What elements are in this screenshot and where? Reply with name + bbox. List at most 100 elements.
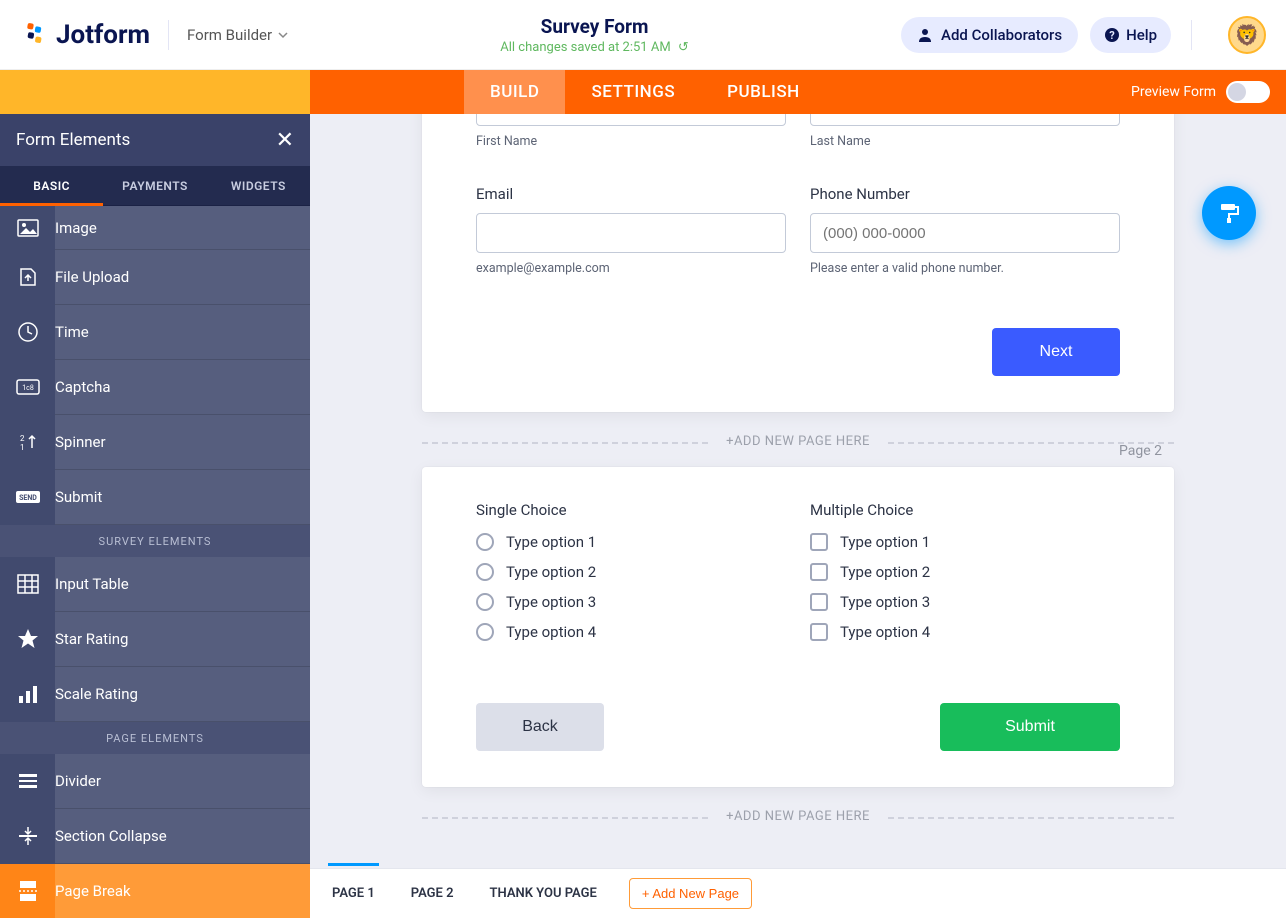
tab-settings[interactable]: SETTINGS	[565, 70, 701, 114]
page-tab-thankyou[interactable]: THANK YOU PAGE	[486, 880, 601, 907]
form-page-1[interactable]: First Name Last Name Email example@examp…	[422, 114, 1174, 412]
tab-publish[interactable]: PUBLISH	[701, 70, 826, 114]
send-icon: SEND	[0, 470, 55, 525]
multiple-choice-field[interactable]: Multiple Choice Type option 1 Type optio…	[810, 501, 1120, 653]
add-page-separator-1[interactable]: +ADD NEW PAGE HERE	[422, 434, 1174, 449]
page-tab-2[interactable]: PAGE 2	[407, 880, 458, 907]
contact-row: Email example@example.com Phone Number P…	[476, 185, 1120, 276]
add-page-separator-2[interactable]: +ADD NEW PAGE HERE	[422, 809, 1174, 824]
multiple-option-4[interactable]: Type option 4	[810, 623, 1120, 641]
page-2-label: Page 2	[1119, 443, 1162, 459]
element-label: Time	[55, 323, 89, 341]
multiple-option-1[interactable]: Type option 1	[810, 533, 1120, 551]
option-label: Type option 3	[840, 593, 930, 611]
checkbox-icon[interactable]	[810, 623, 828, 641]
option-label: Type option 4	[506, 623, 596, 641]
option-label: Type option 1	[840, 533, 930, 551]
email-field: Email example@example.com	[476, 185, 786, 276]
element-input-table[interactable]: Input Table	[0, 557, 310, 612]
option-label: Type option 3	[506, 593, 596, 611]
header-divider	[168, 20, 169, 50]
add-new-page-button[interactable]: + Add New Page	[629, 878, 752, 909]
element-label: Spinner	[55, 433, 106, 451]
add-page-label: +ADD NEW PAGE HERE	[726, 809, 870, 824]
single-option-2[interactable]: Type option 2	[476, 563, 786, 581]
radio-icon[interactable]	[476, 533, 494, 551]
radio-icon[interactable]	[476, 563, 494, 581]
canvas-scroll[interactable]: First Name Last Name Email example@examp…	[310, 114, 1286, 868]
revert-icon[interactable]: ↺	[678, 40, 689, 55]
element-divider[interactable]: Divider	[0, 754, 310, 809]
help-button[interactable]: ? Help	[1090, 17, 1171, 53]
form-page-2[interactable]: Single Choice Type option 1 Type option …	[422, 467, 1174, 787]
sidebar-tab-widgets[interactable]: WIDGETS	[207, 166, 310, 205]
clock-icon	[0, 305, 55, 360]
app-header: Jotform Form Builder Survey Form All cha…	[0, 0, 1286, 70]
element-star-rating[interactable]: Star Rating	[0, 612, 310, 667]
collab-label: Add Collaborators	[941, 26, 1062, 44]
mode-dropdown[interactable]: Form Builder	[187, 26, 288, 44]
multiple-option-2[interactable]: Type option 2	[810, 563, 1120, 581]
brand-logo[interactable]: Jotform	[20, 20, 150, 50]
add-collaborators-button[interactable]: Add Collaborators	[901, 17, 1078, 53]
checkbox-icon[interactable]	[810, 593, 828, 611]
single-option-4[interactable]: Type option 4	[476, 623, 786, 641]
svg-text:?: ?	[1109, 29, 1115, 42]
page-tab-1[interactable]: PAGE 1	[328, 880, 379, 907]
header-center: Survey Form All changes saved at 2:51 AM…	[288, 15, 901, 55]
chevron-down-icon	[278, 30, 288, 40]
multiple-option-3[interactable]: Type option 3	[810, 593, 1120, 611]
tab-build[interactable]: BUILD	[464, 70, 565, 114]
element-image[interactable]: Image	[0, 206, 310, 250]
option-label: Type option 2	[506, 563, 596, 581]
element-page-break[interactable]: Page Break	[0, 864, 310, 918]
element-label: File Upload	[55, 268, 129, 286]
last-name-field: Last Name	[810, 114, 1120, 149]
radio-icon[interactable]	[476, 593, 494, 611]
email-input[interactable]	[476, 213, 786, 253]
svg-text:SEND: SEND	[19, 494, 37, 502]
image-icon	[0, 206, 55, 250]
element-label: Submit	[55, 488, 102, 506]
single-option-3[interactable]: Type option 3	[476, 593, 786, 611]
next-button[interactable]: Next	[992, 328, 1120, 376]
svg-text:1: 1	[20, 443, 25, 452]
back-button[interactable]: Back	[476, 703, 604, 751]
checkbox-icon[interactable]	[810, 563, 828, 581]
page2-actions: Back Submit	[476, 703, 1120, 751]
save-status-text: All changes saved at 2:51 AM	[500, 40, 670, 55]
element-spinner[interactable]: 21 Spinner	[0, 415, 310, 470]
element-captcha[interactable]: 1c8 Captcha	[0, 360, 310, 415]
sidebar-list[interactable]: Image File Upload Time 1c8 Captcha 21 Sp…	[0, 206, 310, 918]
radio-icon[interactable]	[476, 623, 494, 641]
element-submit[interactable]: SEND Submit	[0, 470, 310, 525]
phone-sublabel: Please enter a valid phone number.	[810, 261, 1120, 276]
user-avatar[interactable]: 🦁	[1228, 16, 1266, 54]
name-row: First Name Last Name	[476, 114, 1120, 149]
single-option-1[interactable]: Type option 1	[476, 533, 786, 551]
sidebar-tab-payments[interactable]: PAYMENTS	[103, 166, 206, 205]
element-label: Input Table	[55, 575, 129, 593]
collapse-icon	[0, 809, 55, 864]
phone-field: Phone Number Please enter a valid phone …	[810, 185, 1120, 276]
element-file-upload[interactable]: File Upload	[0, 250, 310, 305]
next-row: Next	[476, 328, 1120, 376]
checkbox-icon[interactable]	[810, 533, 828, 551]
element-label: Scale Rating	[55, 685, 138, 703]
first-name-input[interactable]	[476, 114, 786, 126]
close-icon[interactable]: ✕	[276, 128, 294, 153]
element-scale-rating[interactable]: Scale Rating	[0, 667, 310, 722]
element-section-collapse[interactable]: Section Collapse	[0, 809, 310, 864]
person-icon	[917, 27, 933, 43]
sidebar-tab-basic[interactable]: BASIC	[0, 166, 103, 205]
preview-toggle[interactable]	[1226, 81, 1270, 103]
element-time[interactable]: Time	[0, 305, 310, 360]
single-choice-field[interactable]: Single Choice Type option 1 Type option …	[476, 501, 786, 653]
last-name-input[interactable]	[810, 114, 1120, 126]
phone-input[interactable]	[810, 213, 1120, 253]
file-upload-icon	[0, 250, 55, 305]
submit-button[interactable]: Submit	[940, 703, 1120, 751]
form-title[interactable]: Survey Form	[288, 15, 901, 38]
divider-icon	[0, 754, 55, 809]
spinner-icon: 21	[0, 415, 55, 470]
